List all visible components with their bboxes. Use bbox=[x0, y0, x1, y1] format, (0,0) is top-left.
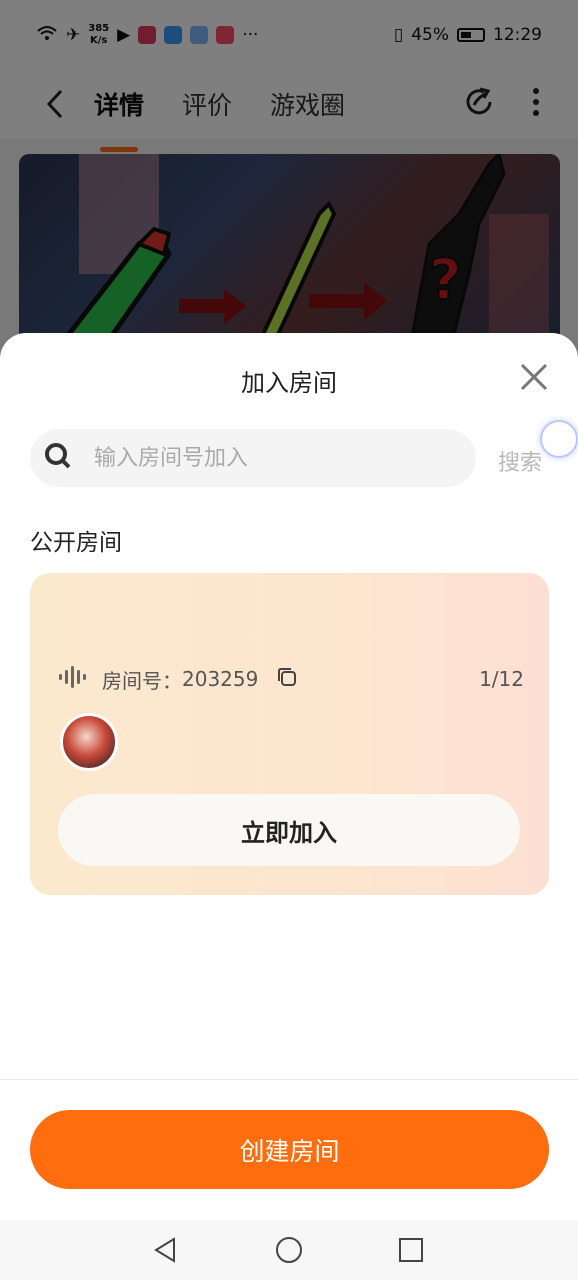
copy-icon[interactable] bbox=[276, 666, 298, 692]
public-rooms-title: 公开房间 bbox=[30, 530, 122, 556]
room-card[interactable]: 房间号： 203259 1/12 立即加入 bbox=[30, 573, 549, 895]
room-player-count: 1/12 bbox=[479, 667, 524, 691]
create-room-button[interactable]: 创建房间 bbox=[30, 1110, 549, 1189]
room-number-label: 房间号： bbox=[102, 668, 182, 693]
search-icon bbox=[44, 442, 72, 474]
close-button[interactable] bbox=[516, 359, 552, 395]
room-number: 203259 bbox=[182, 667, 259, 691]
avatar bbox=[60, 713, 118, 771]
system-nav-bar bbox=[0, 1220, 578, 1280]
floating-assistant-button[interactable] bbox=[540, 420, 578, 458]
room-number-input[interactable] bbox=[94, 445, 434, 471]
room-info-row: 房间号： 203259 1/12 bbox=[58, 665, 524, 693]
system-home-icon[interactable] bbox=[273, 1234, 305, 1266]
divider bbox=[0, 1079, 578, 1080]
close-icon bbox=[520, 363, 548, 391]
sheet-title: 加入房间 bbox=[241, 369, 337, 397]
search-button[interactable]: 搜索 bbox=[498, 445, 542, 477]
join-now-button[interactable]: 立即加入 bbox=[58, 794, 520, 866]
system-back-icon[interactable] bbox=[150, 1234, 182, 1266]
join-room-sheet: 加入房间 搜索 公开房间 房间号： 203259 1/12 立即加入 创建房间 bbox=[0, 333, 578, 1220]
system-recents-icon[interactable] bbox=[395, 1234, 427, 1266]
search-box[interactable] bbox=[30, 429, 476, 487]
voice-icon bbox=[58, 666, 88, 692]
